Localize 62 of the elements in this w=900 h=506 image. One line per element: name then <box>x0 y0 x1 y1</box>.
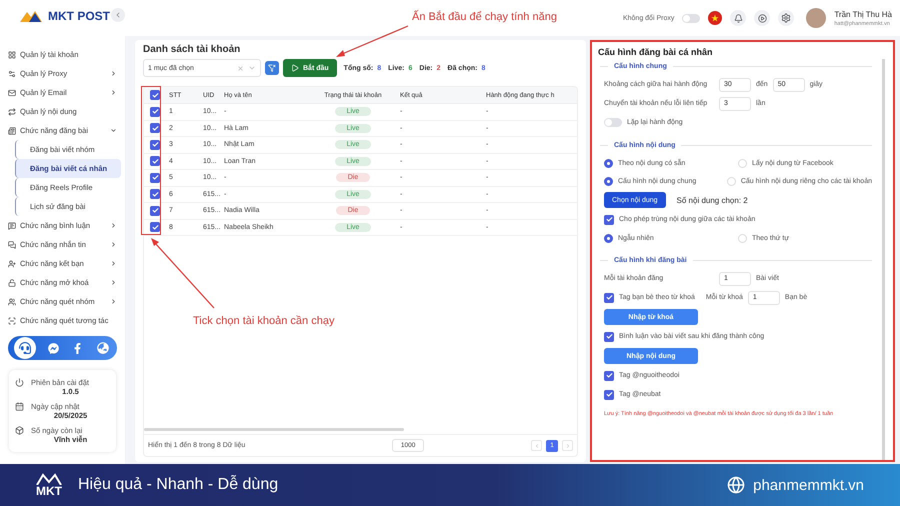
menu-icon <box>8 126 16 134</box>
logo-peaks-icon <box>36 473 62 485</box>
slogan: Hiệu quả - Nhanh - Dễ dùng <box>78 476 280 494</box>
menu-icon <box>8 240 16 248</box>
row-checkbox[interactable] <box>150 206 160 216</box>
row-checkbox[interactable] <box>150 222 160 232</box>
toggle-switch[interactable] <box>604 118 622 127</box>
panel-title: Cấu hình đăng bài cá nhân <box>598 47 714 57</box>
website: phanmemmkt.vn <box>753 476 864 494</box>
row-checkbox[interactable] <box>150 123 160 134</box>
menu-icon <box>8 298 16 306</box>
menu-icon <box>8 50 16 58</box>
menu-icon <box>8 260 16 268</box>
bell-icon[interactable] <box>730 10 746 26</box>
info-icon <box>15 426 24 435</box>
checkbox[interactable] <box>604 214 614 224</box>
radio-button[interactable] <box>604 158 613 168</box>
chevron-left-icon <box>534 442 540 448</box>
filter-icon <box>268 64 276 72</box>
row-checkbox[interactable] <box>150 172 160 183</box>
annotation-text: Ấn Bắt đầu để chạy tính năng <box>412 11 557 23</box>
checkbox[interactable] <box>604 292 614 302</box>
checkbox[interactable] <box>604 390 614 400</box>
play-icon[interactable] <box>754 10 770 26</box>
menu-icon <box>8 278 16 286</box>
chevron-right-icon <box>564 442 570 448</box>
row-checkbox[interactable] <box>150 189 160 200</box>
selected-count: Số nội dung chọn: 2 <box>676 196 748 204</box>
support-icon[interactable] <box>14 337 36 359</box>
menu-icon <box>8 88 16 96</box>
filter-button[interactable] <box>265 61 279 75</box>
row-checkbox[interactable] <box>150 140 160 150</box>
checkbox[interactable] <box>604 332 614 342</box>
user-name: Trần Thị Thu Hà <box>834 10 892 18</box>
flag-icon[interactable] <box>708 11 722 25</box>
logo-text: MKT <box>36 485 62 497</box>
chevron-left-icon <box>114 11 122 19</box>
scrollbar[interactable] <box>144 428 404 431</box>
row-checkbox[interactable] <box>150 106 160 117</box>
checkbox[interactable] <box>604 370 614 380</box>
play-icon <box>291 64 299 72</box>
radio-button[interactable] <box>604 176 613 186</box>
avatar[interactable] <box>806 8 826 28</box>
menu-icon <box>8 108 16 116</box>
info-icon <box>15 402 24 411</box>
annotation-arrow <box>151 238 214 308</box>
messenger-icon[interactable] <box>45 340 62 356</box>
chevron-down-icon <box>248 64 256 72</box>
menu-icon <box>8 222 16 230</box>
proxy-toggle[interactable] <box>682 14 700 22</box>
menu-icon <box>8 316 16 324</box>
globe-icon <box>727 476 746 494</box>
select-all-checkbox[interactable] <box>150 90 160 100</box>
globe-icon[interactable] <box>94 340 111 356</box>
info-icon <box>15 378 24 387</box>
menu-icon <box>8 70 16 78</box>
card-title: Danh sách tài khoản <box>143 44 242 55</box>
annotation-text: Tick chọn tài khoản cần chạy <box>193 315 334 327</box>
radio-button[interactable] <box>604 234 613 242</box>
row-checkbox[interactable] <box>150 156 160 166</box>
brand-name: MKT POST <box>48 9 110 23</box>
settings-icon[interactable] <box>778 10 794 26</box>
